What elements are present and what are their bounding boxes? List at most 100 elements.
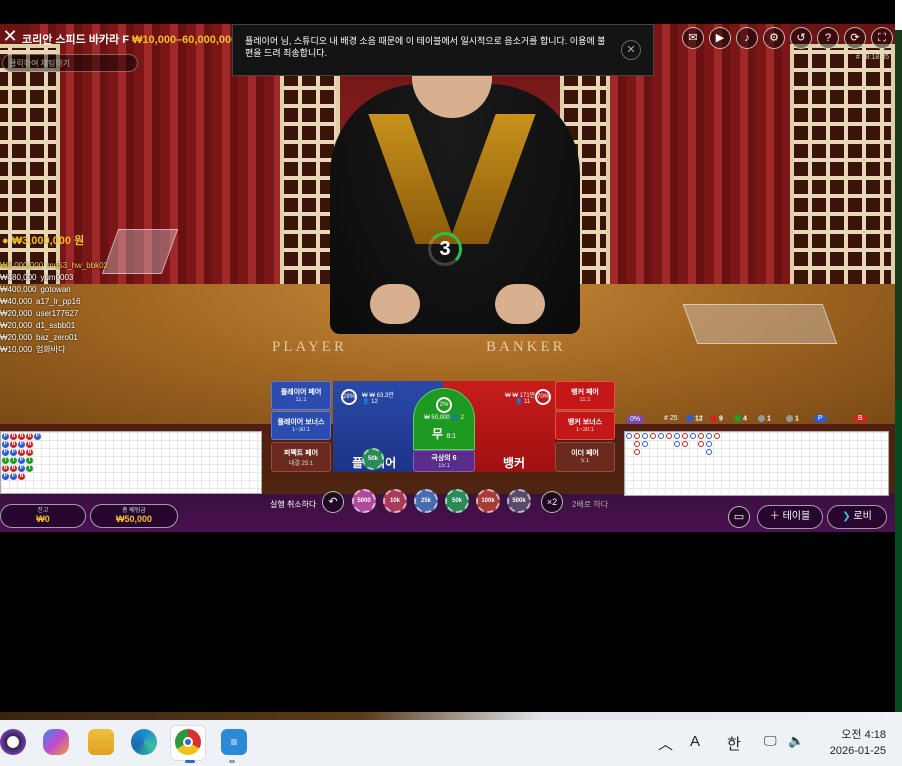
mute-notice: 플레이어 님, 스튜디오 내 배경 소음 때문에 이 테이블에서 일시적으로 음… — [232, 24, 654, 76]
felt-banker-label: BANKER — [486, 339, 566, 355]
game-id: # 18:18:35 — [855, 54, 889, 61]
ime-korean[interactable]: 한 — [727, 733, 741, 754]
lobby-icon: ❯ — [842, 511, 851, 522]
app-icon[interactable] — [0, 729, 26, 755]
lattice-panel — [790, 44, 895, 324]
winners-list: ₩2,000,000 mo53_hw_bbk02 ₩480,000 yum0003 ₩4… — [0, 260, 108, 356]
chat-icon[interactable]: ✉ — [682, 27, 704, 49]
discard-tray — [682, 304, 838, 344]
balance-display: 잔고 ₩0 — [0, 504, 86, 528]
stats-bar: 0% # 25 12 9 4 1 1 P B — [624, 412, 890, 428]
big-road — [624, 431, 889, 496]
tie-label: 무 8:1 — [431, 427, 457, 441]
winner-row: ₩480,000 yum0003 — [0, 273, 74, 282]
bead: P — [18, 465, 25, 472]
double-label: 2배로 하다 — [572, 500, 609, 509]
notice-message: 플레이어 님, 스튜디오 내 배경 소음 때문에 이 테이블에서 일시적으로 음… — [245, 36, 606, 58]
close-icon[interactable]: ✕ — [621, 40, 641, 60]
bead: T — [2, 457, 9, 464]
table-name: 코리안 스피드 바카라 F — [22, 34, 129, 46]
chat-input[interactable]: 클릭하여 채팅하기 — [2, 54, 138, 72]
edge-icon[interactable] — [131, 729, 157, 755]
help-icon[interactable]: ? — [817, 27, 839, 49]
bead: P — [2, 441, 9, 448]
double-button[interactable]: ×2 — [541, 491, 563, 513]
volume-icon[interactable]: 🔈 — [788, 733, 804, 749]
file-explorer-icon[interactable] — [88, 729, 114, 755]
bead: T — [26, 465, 33, 472]
big-road-mark — [682, 441, 688, 447]
chevron-up-icon[interactable]: ︿ — [658, 733, 673, 754]
chip-50k[interactable]: 50k — [445, 489, 469, 513]
clock-time: 오전 4:18 — [841, 729, 886, 741]
tie-wins: 4 — [734, 415, 747, 422]
big-road-mark — [690, 433, 696, 439]
taskbar-edge — [0, 712, 902, 720]
bead: B — [26, 449, 33, 456]
winner-row: ₩2,000,000 mo53_hw_bbk02 — [0, 261, 109, 270]
bead: B — [18, 473, 25, 480]
tie-bet[interactable]: 2% ₩ 50,000 👤 2 무 8:1 — [413, 388, 475, 450]
copilot-icon[interactable] — [43, 729, 69, 755]
layout-toggle-icon[interactable]: ▭ — [728, 506, 750, 528]
chip-5000[interactable]: 5000 — [352, 489, 376, 513]
settings-icon[interactable]: ⚙ — [763, 27, 785, 49]
ime-language[interactable]: A — [690, 733, 700, 750]
super6-bet[interactable]: 극상의 6 15:1 — [413, 450, 475, 472]
system-clock[interactable]: 오전 4:18 2026-01-25 — [818, 727, 886, 759]
winner-row: ₩10,000 업화바다 — [0, 345, 66, 354]
player-pair-bet[interactable]: 플레이어 페어 11:1 — [271, 381, 331, 410]
table-title: 코리안 스피드 바카라 F ₩10,000–60,000,000 — [22, 31, 237, 47]
desktop-background — [895, 0, 902, 712]
player-prediction[interactable]: P — [814, 415, 827, 422]
bead: B — [26, 433, 33, 440]
network-icon[interactable]: 🖵 — [764, 733, 777, 749]
chip-10k[interactable]: 10k — [383, 489, 407, 513]
bead-road: PBBBPPBPBPPBBTTPTBBPTPPB — [0, 431, 262, 494]
banker-count: 👤 11 — [515, 399, 531, 405]
dealer-hand — [495, 284, 545, 324]
table-button[interactable]: ＋ 테이블 — [757, 505, 823, 529]
screen: PLAYER BANKER 3 ✕ 코리안 스피드 바카라 F ₩10,000–… — [0, 0, 902, 766]
reload-icon[interactable]: ⟳ — [844, 27, 866, 49]
banker-pair-bet[interactable]: 뱅커 페어 11:1 — [555, 381, 615, 410]
big-road-mark — [706, 441, 712, 447]
bead: P — [18, 441, 25, 448]
player-count: 👤 12 — [362, 399, 378, 405]
big-road-mark — [634, 433, 640, 439]
big-road-mark — [698, 441, 704, 447]
toolbar: ✉ ▶ ♪ ⚙ ↺? ⟳ ⛶ — [682, 27, 893, 49]
bead: P — [2, 433, 9, 440]
either-pair-bet[interactable]: 이더 페어 5:1 — [555, 442, 615, 472]
notepad-icon[interactable]: ≡ — [221, 729, 247, 755]
banker-bonus-bet[interactable]: 뱅커 보너스 1~30:1 — [555, 411, 615, 440]
bead: P — [10, 473, 17, 480]
player-bonus-bet[interactable]: 플레이어 보너스 1~30:1 — [271, 411, 331, 440]
big-road-mark — [674, 433, 680, 439]
bead: P — [10, 449, 17, 456]
chip-500k[interactable]: 500k — [507, 489, 531, 513]
big-road-mark — [682, 433, 688, 439]
history-icon[interactable]: ↺ — [790, 27, 812, 49]
big-road-mark — [666, 433, 672, 439]
chip-100k[interactable]: 100k — [476, 489, 500, 513]
fullscreen-icon[interactable]: ⛶ — [871, 27, 893, 49]
perfect-pair-bet[interactable]: 퍼펙트 페어 대결 25:1 — [271, 442, 331, 472]
bead: T — [10, 457, 17, 464]
undo-button[interactable]: ↶ — [322, 491, 344, 513]
bead: B — [10, 433, 17, 440]
active-indicator — [185, 760, 195, 763]
banker-pair-wins: 1 — [786, 415, 799, 422]
lobby-button[interactable]: ❯ 로비 — [827, 505, 887, 529]
tie-pct: 2% — [436, 397, 452, 413]
banker-label: 뱅커 — [503, 456, 526, 470]
bead: P — [18, 457, 25, 464]
banker-prediction[interactable]: B — [854, 415, 867, 422]
winner-row: ₩20,000 user177627 — [0, 309, 79, 318]
chrome-icon[interactable] — [175, 729, 201, 755]
close-icon[interactable]: ✕ — [0, 26, 20, 46]
chip-25k[interactable]: 25k — [414, 489, 438, 513]
video-icon[interactable]: ▶ — [709, 27, 731, 49]
big-road-mark — [642, 441, 648, 447]
sound-icon[interactable]: ♪ — [736, 27, 758, 49]
